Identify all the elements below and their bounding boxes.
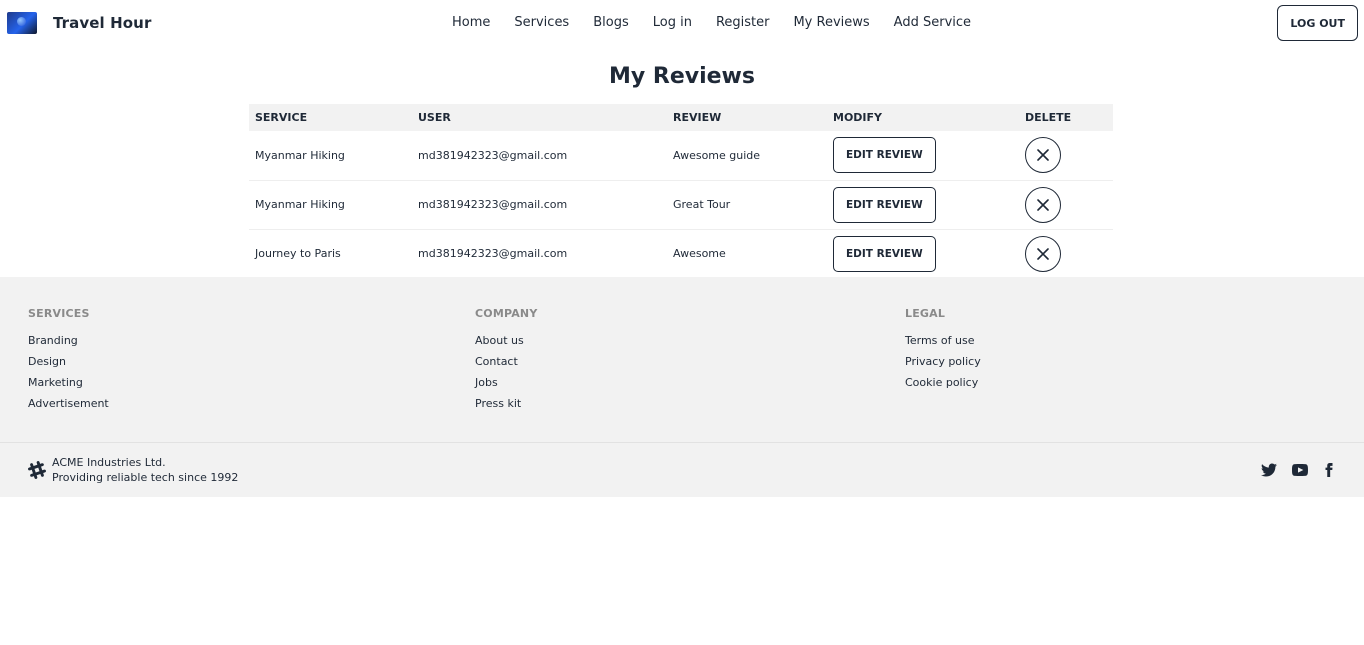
footer-link-terms[interactable]: Terms of use bbox=[905, 334, 981, 347]
footer-legal-title: LEGAL bbox=[905, 307, 946, 320]
delete-review-button[interactable] bbox=[1025, 186, 1061, 223]
footer-legal-column: LEGAL Terms of use Privacy policy Cookie… bbox=[905, 307, 981, 397]
footer-link-marketing[interactable]: Marketing bbox=[28, 376, 109, 389]
nav-blogs[interactable]: Blogs bbox=[593, 15, 629, 31]
cell-user: md381942323@gmail.com bbox=[412, 180, 667, 230]
footer-link-jobs[interactable]: Jobs bbox=[475, 376, 538, 389]
table-header-row: SERVICE USER REVIEW MODIFY DELETE bbox=[249, 104, 1113, 131]
youtube-icon[interactable] bbox=[1290, 462, 1310, 482]
company-name: ACME Industries Ltd. bbox=[52, 456, 166, 469]
cell-user: md381942323@gmail.com bbox=[412, 131, 667, 181]
cell-service: Journey to Paris bbox=[255, 247, 341, 261]
brand-link[interactable]: Travel Hour bbox=[7, 12, 151, 34]
social-links bbox=[1260, 461, 1336, 483]
footer-company-info: ACME Industries Ltd. Providing reliable … bbox=[28, 455, 238, 485]
reviews-table: SERVICE USER REVIEW MODIFY DELETE Myanma… bbox=[249, 104, 1113, 278]
facebook-icon[interactable] bbox=[1322, 461, 1336, 483]
close-icon bbox=[1037, 198, 1049, 211]
header-delete: DELETE bbox=[1025, 111, 1072, 124]
nav-register[interactable]: Register bbox=[716, 15, 770, 31]
edit-review-button[interactable]: EDIT REVIEW bbox=[833, 186, 936, 223]
cell-user: md381942323@gmail.com bbox=[418, 247, 568, 261]
header-review: REVIEW bbox=[673, 111, 722, 124]
nav-login[interactable]: Log in bbox=[653, 15, 692, 31]
footer-link-design[interactable]: Design bbox=[28, 355, 109, 368]
cell-modify: EDIT REVIEW bbox=[827, 180, 1019, 230]
cell-delete bbox=[1019, 180, 1113, 230]
footer: SERVICES Branding Design Marketing Adver… bbox=[0, 277, 1364, 497]
footer-link-about[interactable]: About us bbox=[475, 334, 538, 347]
cell-service: Myanmar Hiking bbox=[249, 180, 412, 230]
footer-link-cookie[interactable]: Cookie policy bbox=[905, 376, 981, 389]
footer-divider bbox=[0, 442, 1364, 443]
table-row: Myanmar Hiking md381942323@gmail.com Gre… bbox=[249, 180, 1113, 230]
header-service: SERVICE bbox=[255, 111, 308, 124]
company-tagline: Providing reliable tech since 1992 bbox=[52, 471, 239, 484]
cell-delete bbox=[1019, 229, 1113, 278]
cell-review: Great Tour bbox=[667, 180, 827, 230]
company-text: ACME Industries Ltd. Providing reliable … bbox=[52, 455, 238, 485]
footer-link-privacy[interactable]: Privacy policy bbox=[905, 355, 981, 368]
header-modify: MODIFY bbox=[833, 111, 883, 124]
nav-services[interactable]: Services bbox=[514, 15, 569, 31]
nav-home[interactable]: Home bbox=[452, 15, 490, 31]
footer-link-contact[interactable]: Contact bbox=[475, 355, 538, 368]
logout-button[interactable]: LOG OUT bbox=[1277, 5, 1358, 41]
footer-services-column: SERVICES Branding Design Marketing Adver… bbox=[28, 307, 109, 418]
gear-logo-icon bbox=[28, 461, 46, 479]
footer-services-title: SERVICES bbox=[28, 307, 90, 320]
edit-review-button[interactable]: EDIT REVIEW bbox=[833, 235, 936, 272]
main-nav: Home Services Blogs Log in Register My R… bbox=[452, 15, 995, 31]
cell-review: Awesome bbox=[673, 247, 726, 261]
navbar: Travel Hour Home Services Blogs Log in R… bbox=[0, 0, 1364, 46]
header-user: USER bbox=[418, 111, 451, 124]
twitter-icon[interactable] bbox=[1260, 462, 1278, 482]
nav-my-reviews[interactable]: My Reviews bbox=[793, 15, 869, 31]
table-row: Journey to Paris md381942323@gmail.com A… bbox=[249, 229, 1113, 278]
cell-review: Awesome guide bbox=[667, 131, 827, 181]
footer-link-branding[interactable]: Branding bbox=[28, 334, 109, 347]
brand-name: Travel Hour bbox=[53, 14, 152, 32]
nav-add-service[interactable]: Add Service bbox=[894, 15, 971, 31]
table-row: Myanmar Hiking md381942323@gmail.com Awe… bbox=[249, 131, 1113, 181]
cell-delete bbox=[1019, 131, 1113, 181]
footer-link-advertisement[interactable]: Advertisement bbox=[28, 397, 109, 410]
close-icon bbox=[1037, 149, 1049, 162]
footer-company-column: COMPANY About us Contact Jobs Press kit bbox=[475, 307, 538, 418]
footer-link-press-kit[interactable]: Press kit bbox=[475, 397, 538, 410]
brand-logo-icon bbox=[7, 12, 37, 34]
cell-modify: EDIT REVIEW bbox=[827, 229, 1019, 278]
close-icon bbox=[1037, 247, 1049, 260]
cell-service: Myanmar Hiking bbox=[249, 131, 412, 181]
cell-modify: EDIT REVIEW bbox=[827, 131, 1019, 181]
footer-company-title: COMPANY bbox=[475, 307, 538, 320]
delete-review-button[interactable] bbox=[1025, 137, 1061, 174]
delete-review-button[interactable] bbox=[1025, 235, 1061, 272]
edit-review-button[interactable]: EDIT REVIEW bbox=[833, 137, 936, 174]
page-title: My Reviews bbox=[609, 64, 755, 89]
